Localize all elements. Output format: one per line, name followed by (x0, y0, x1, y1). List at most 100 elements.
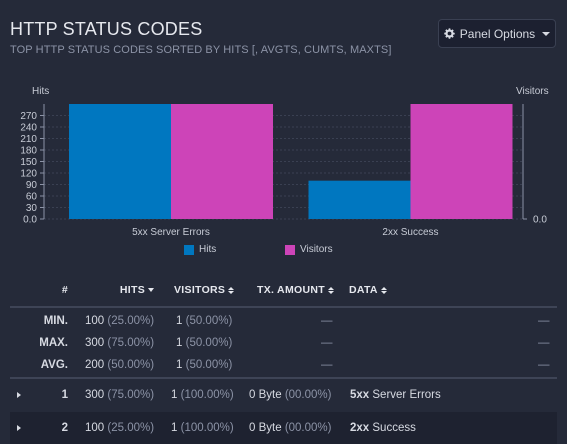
summary-hits: 200 (50.00%) (85, 354, 154, 376)
summary-visitors-value: 1 (176, 359, 183, 371)
row-data-text: Success (372, 422, 416, 434)
x-tick-label: 5xx Server Errors (132, 227, 210, 238)
row-tx-amount: 0 Byte (00.00%) (249, 384, 331, 406)
panel-options-button[interactable]: Panel Options (438, 19, 556, 48)
y-tick-label-right: 0.0 (533, 215, 547, 226)
summary-row-min: MIN. 100 (25.00%) 1 (50.00%) — — (0, 310, 567, 332)
row-visitors-pct: (100.00%) (180, 389, 234, 401)
row-data-text: Server Errors (372, 389, 441, 401)
summary-visitors: 1 (50.00%) (176, 310, 232, 332)
column-header-data-label: DATA (349, 284, 378, 296)
summary-hits-pct: (75.00%) (107, 337, 155, 349)
summary-tx-dash: — (321, 337, 333, 349)
summary-visitors: 1 (50.00%) (176, 332, 232, 354)
summary-data-dash: — (538, 359, 550, 371)
column-header-visitors-label: VISITORS (174, 284, 226, 296)
column-header-tx-label: TX. AMOUNT (257, 284, 325, 296)
legend-swatch-hits (184, 244, 194, 255)
row-hits-pct: (25.00%) (107, 422, 155, 434)
summary-tx-dash: — (321, 359, 333, 371)
legend-item-visitors[interactable]: Visitors (285, 244, 333, 255)
sort-desc-icon (148, 288, 154, 292)
summary-visitors-pct: (50.00%) (185, 359, 233, 371)
y-tick-label-left: 150 (20, 157, 37, 168)
row-data: 2xx Success (350, 417, 416, 439)
row-data-code: 5xx (350, 389, 370, 401)
chevron-down-icon (542, 31, 551, 36)
y-tick-label-left: 210 (20, 134, 37, 145)
summary-hits-value: 200 (85, 359, 105, 371)
bar-visitors (410, 104, 513, 219)
table-row[interactable]: 1 300 (75.00%) 1 (100.00%) 0 Byte (00.00… (0, 384, 567, 406)
summary-row-avg: AVG. 200 (50.00%) 1 (50.00%) — — (0, 354, 567, 376)
summary-tx-dash: — (321, 315, 333, 327)
sort-icon (327, 286, 334, 294)
summary-divider (10, 377, 557, 379)
bar-hits (308, 180, 411, 219)
y-tick-label-left: 240 (20, 123, 37, 134)
column-header-hits[interactable]: HITS (120, 279, 154, 301)
bar-visitors (171, 104, 273, 219)
summary-row-max: MAX. 300 (75.00%) 1 (50.00%) — — (0, 332, 567, 354)
summary-label: AVG. (40, 359, 68, 371)
row-visitors: 1 (100.00%) (171, 384, 234, 406)
y-axis-label-left: Hits (32, 86, 49, 97)
y-tick-label-left: 30 (26, 203, 38, 214)
row-data-code: 2xx (350, 422, 370, 434)
row-hits: 300 (75.00%) (85, 384, 154, 406)
summary-visitors-pct: (50.00%) (185, 315, 233, 327)
expand-row-icon[interactable] (17, 384, 21, 406)
status-codes-chart: Hits Visitors0.03060901201501802102402700… (20, 86, 548, 238)
summary-visitors-value: 1 (176, 315, 183, 327)
column-header-data[interactable]: DATA (349, 279, 387, 301)
column-header-num: # (61, 284, 68, 296)
row-hits-value: 100 (85, 422, 105, 434)
summary-data-dash: — (538, 337, 550, 349)
row-visitors-value: 1 (171, 389, 178, 401)
summary-hits: 100 (25.00%) (85, 310, 154, 332)
y-tick-label-left: 60 (26, 192, 38, 203)
row-tx-pct: (00.00%) (284, 422, 332, 434)
legend-item-hits[interactable]: Hits (184, 244, 216, 255)
row-visitors: 1 (100.00%) (171, 417, 234, 439)
row-number: 1 (61, 389, 68, 401)
row-data: 5xx Server Errors (350, 384, 441, 406)
summary-visitors: 1 (50.00%) (176, 354, 232, 376)
row-number: 2 (61, 422, 68, 434)
summary-label: MIN. (43, 315, 68, 327)
summary-label: MAX. (39, 337, 68, 349)
summary-hits: 300 (75.00%) (85, 332, 154, 354)
y-tick-label-left: 90 (26, 180, 38, 191)
row-tx-value: 0 Byte (249, 422, 282, 434)
sort-icon (380, 286, 387, 294)
row-visitors-pct: (100.00%) (180, 422, 234, 434)
row-tx-value: 0 Byte (249, 389, 282, 401)
sort-icon (228, 286, 235, 294)
panel-options-label: Panel Options (459, 26, 536, 41)
header-divider (10, 306, 557, 308)
summary-hits-value: 300 (85, 337, 105, 349)
row-hits-pct: (75.00%) (107, 389, 155, 401)
y-tick-label-left: 270 (20, 111, 37, 122)
summary-visitors-value: 1 (176, 337, 183, 349)
row-tx-amount: 0 Byte (00.00%) (249, 417, 331, 439)
y-tick-label-left: 120 (20, 169, 37, 180)
expand-row-icon[interactable] (17, 417, 21, 439)
column-header-visitors[interactable]: VISITORS (174, 279, 235, 301)
summary-hits-value: 100 (85, 315, 105, 327)
page-title: HTTP STATUS CODES (10, 19, 203, 39)
column-header-tx-amount[interactable]: TX. AMOUNT (257, 279, 334, 301)
table-header-row: # HITS VISITORS TX. AMOUNT DATA (0, 279, 567, 301)
summary-visitors-pct: (50.00%) (185, 337, 233, 349)
row-visitors-value: 1 (171, 422, 178, 434)
legend-label-hits: Hits (199, 244, 217, 255)
gear-icon (444, 28, 455, 39)
summary-data-dash: — (538, 315, 550, 327)
table-row[interactable]: 2 100 (25.00%) 1 (100.00%) 0 Byte (00.00… (0, 417, 567, 439)
legend-swatch-visitors (285, 244, 295, 255)
page-subtitle: TOP HTTP STATUS CODES SORTED BY HITS [, … (10, 44, 392, 56)
chart-bars (69, 104, 513, 219)
row-hits-value: 300 (85, 389, 105, 401)
row-hits: 100 (25.00%) (85, 417, 154, 439)
row-tx-pct: (00.00%) (284, 389, 332, 401)
